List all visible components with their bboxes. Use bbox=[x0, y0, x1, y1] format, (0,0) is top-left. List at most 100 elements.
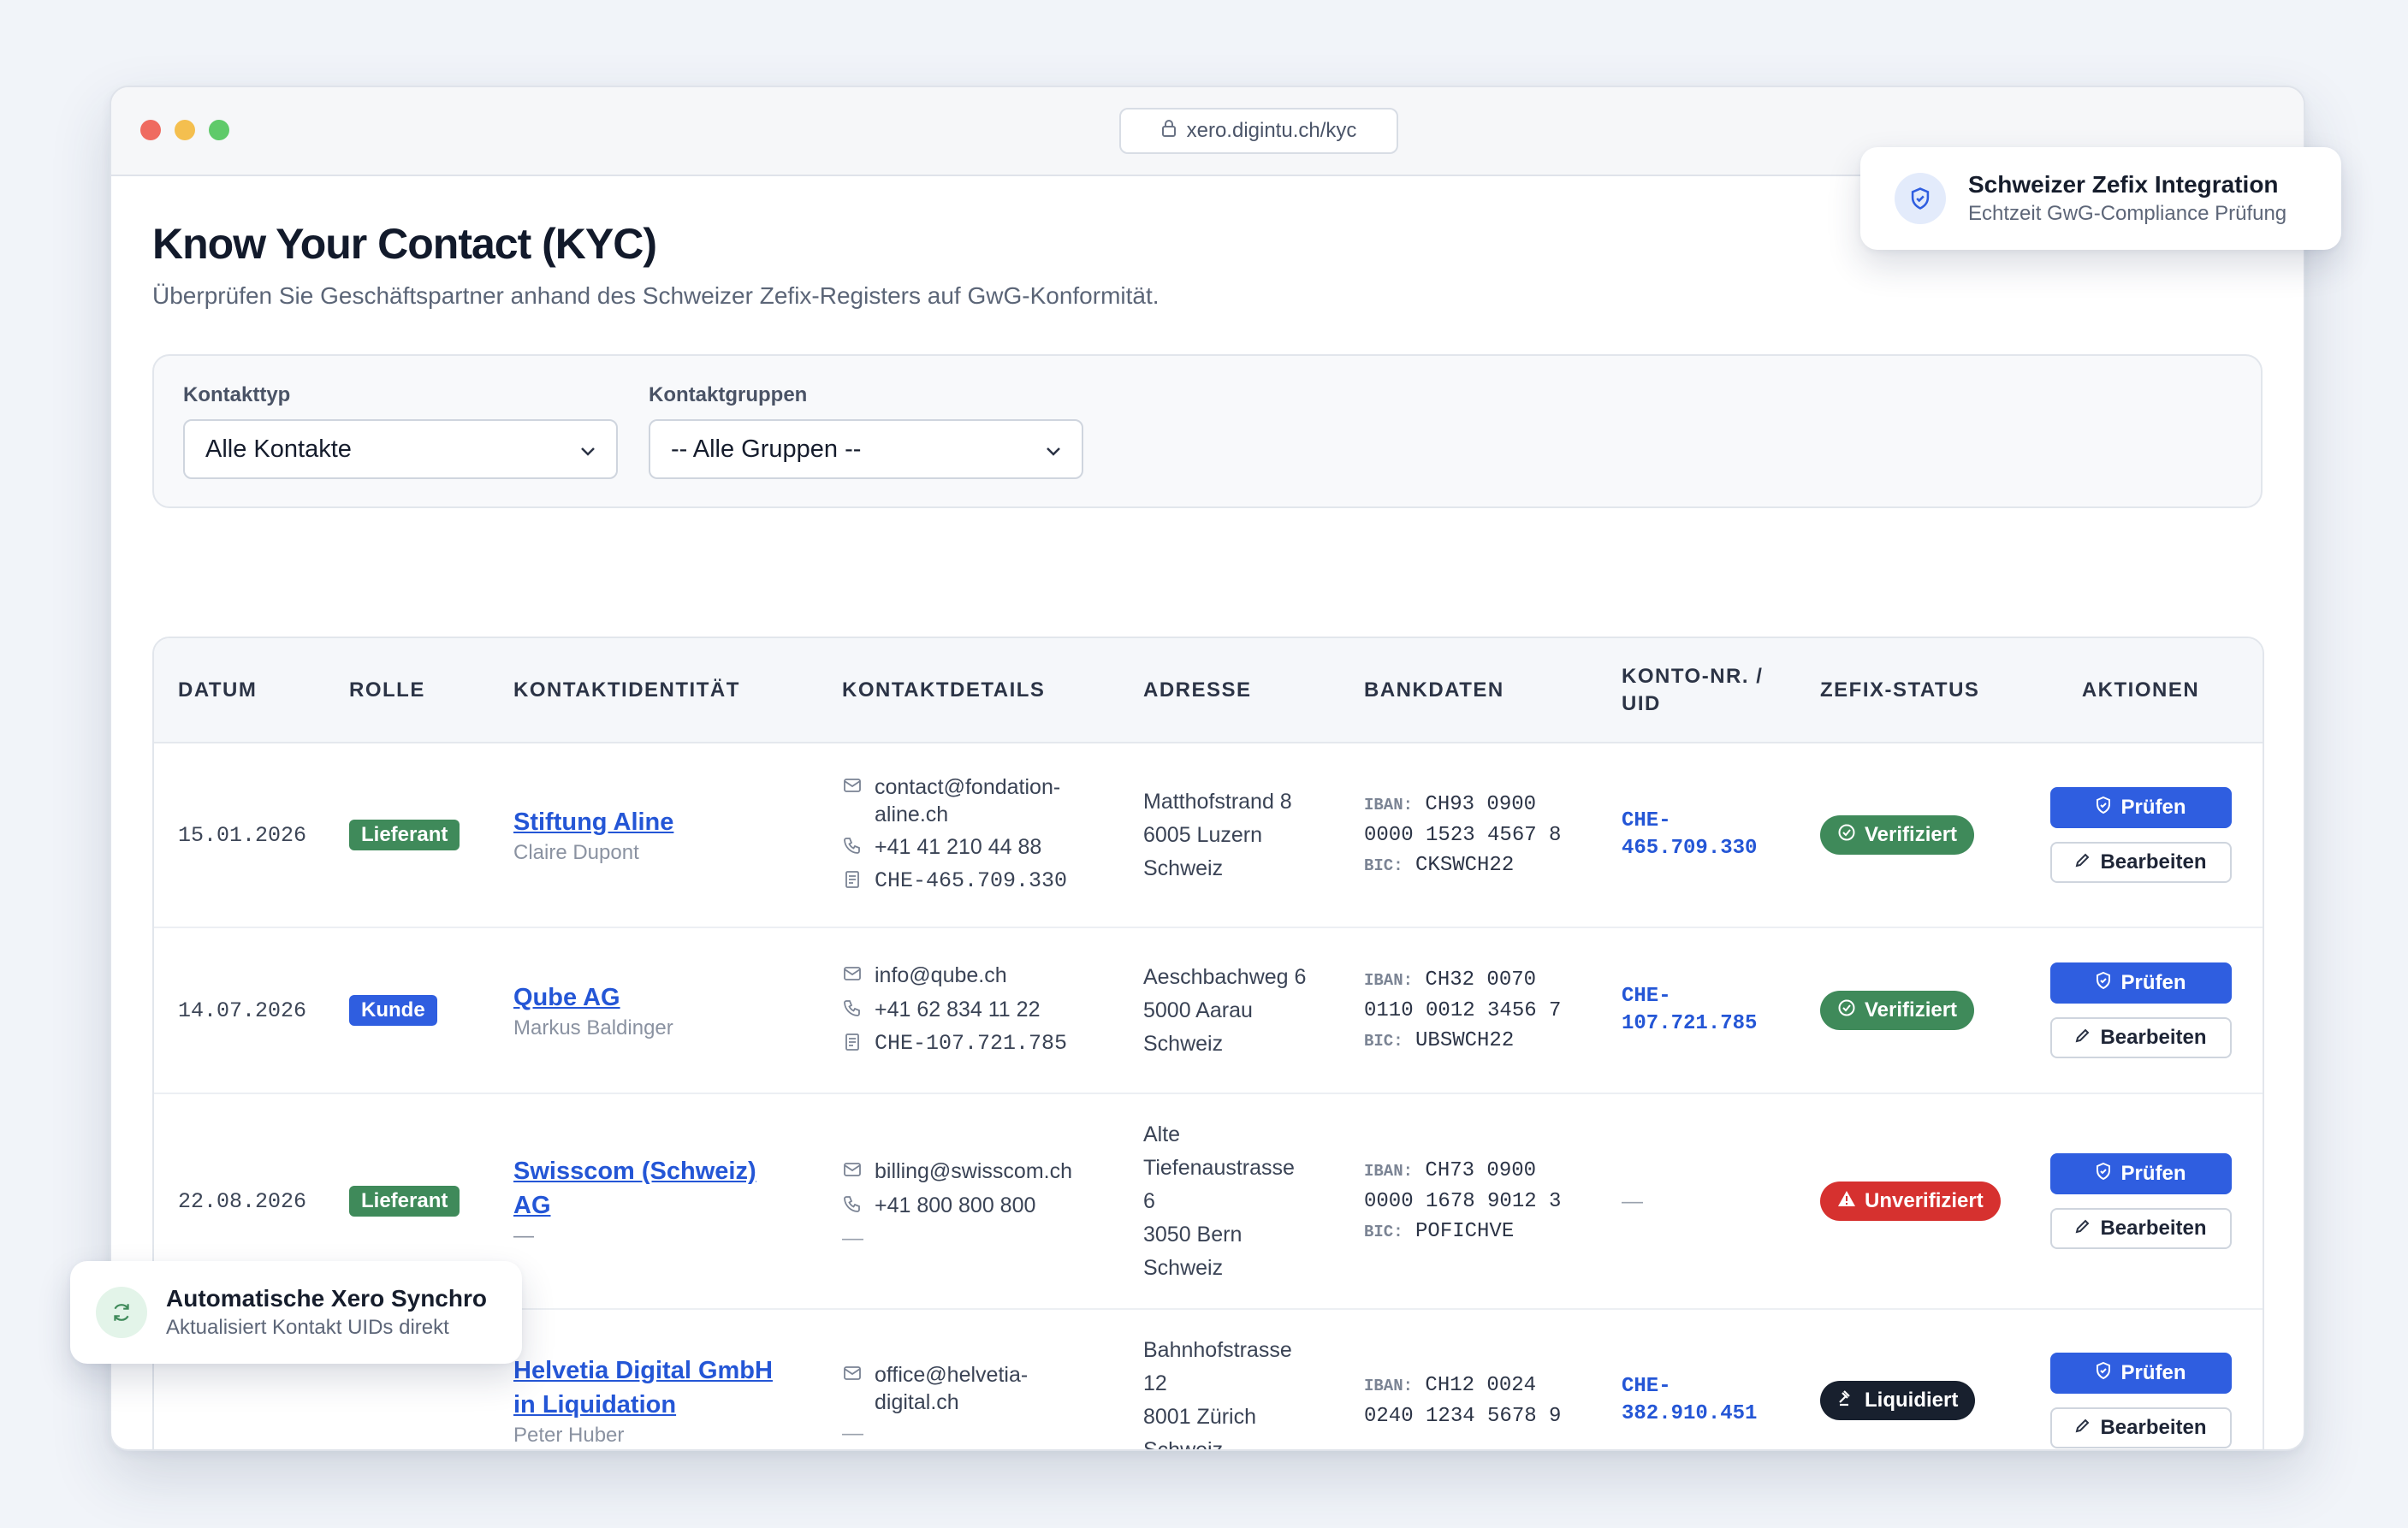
header-bankdaten[interactable]: BANKDATEN bbox=[1340, 638, 1598, 743]
contact-type-select[interactable]: Alle Kontakte bbox=[183, 419, 618, 479]
page-subtitle: Überprüfen Sie Geschäftspartner anhand d… bbox=[152, 282, 1160, 309]
bic-value: CKSWCH22 bbox=[1415, 853, 1515, 877]
header-konto-uid[interactable]: KONTO-NR. / UID bbox=[1598, 638, 1796, 743]
pruefen-button[interactable]: Prüfen bbox=[2049, 787, 2232, 828]
contact-person: — bbox=[513, 1224, 534, 1247]
pencil-icon bbox=[2074, 1416, 2091, 1440]
sync-icon bbox=[96, 1287, 147, 1338]
contact-group-value: -- Alle Gruppen -- bbox=[671, 435, 862, 463]
row-date: 22.08.2026 bbox=[178, 1189, 307, 1214]
role-badge: Lieferant bbox=[349, 820, 460, 850]
table-header-row: DATUM ROLLE KONTAKTIDENTITÄT KONTAKTDETA… bbox=[154, 638, 2263, 743]
url-text: xero.digintu.ch/kyc bbox=[1186, 119, 1357, 142]
contact-uid: CHE-465.709.330 bbox=[842, 868, 1119, 897]
bearbeiten-button[interactable]: Bearbeiten bbox=[2049, 1208, 2232, 1249]
row-actions: Prüfen Bearbeiten bbox=[2019, 962, 2263, 1058]
bearbeiten-button[interactable]: Bearbeiten bbox=[2049, 1017, 2232, 1058]
address-line: Tiefenaustrasse bbox=[1143, 1155, 1295, 1180]
row-date: 14.07.2026 bbox=[178, 998, 307, 1023]
contact-group-filter: Kontaktgruppen -- Alle Gruppen -- bbox=[649, 383, 1083, 479]
shield-icon bbox=[2095, 971, 2112, 996]
contact-uid: CHE-107.721.785 bbox=[842, 1030, 1119, 1059]
gavel-icon bbox=[1837, 1389, 1856, 1413]
address-line: Schweiz bbox=[1143, 1255, 1224, 1280]
iban-label: IBAN: bbox=[1364, 1376, 1414, 1395]
pencil-icon bbox=[2074, 1026, 2091, 1050]
iban-value-cont: 0000 1678 9012 3 bbox=[1364, 1189, 1562, 1213]
bearbeiten-button[interactable]: Bearbeiten bbox=[2049, 1407, 2232, 1448]
chevron-down-icon bbox=[1046, 435, 1061, 464]
document-icon bbox=[842, 869, 864, 897]
phone-icon bbox=[842, 1193, 864, 1221]
header-datum[interactable]: DATUM bbox=[154, 638, 325, 743]
address-bar[interactable]: xero.digintu.ch/kyc bbox=[1119, 108, 1398, 154]
iban-value: CH73 0900 bbox=[1425, 1158, 1537, 1182]
iban-label: IBAN: bbox=[1364, 795, 1414, 814]
address-line: Bahnhofstrasse bbox=[1143, 1338, 1292, 1362]
contact-name-link[interactable]: Swisscom (Schweiz) AG bbox=[513, 1154, 818, 1223]
bic-value: POFICHVE bbox=[1415, 1219, 1515, 1243]
pruefen-button[interactable]: Prüfen bbox=[2049, 1153, 2232, 1194]
contact-phone[interactable]: +41 41 210 44 88 bbox=[842, 833, 1119, 862]
role-badge: Kunde bbox=[349, 995, 437, 1026]
address-line: 3050 Bern bbox=[1143, 1222, 1243, 1247]
contact-type-filter: Kontakttyp Alle Kontakte bbox=[183, 383, 618, 479]
header-details[interactable]: KONTAKTDETAILS bbox=[818, 638, 1119, 743]
pruefen-button[interactable]: Prüfen bbox=[2049, 962, 2232, 1004]
address-line: Matthofstrand 8 bbox=[1143, 789, 1292, 814]
iban-value: CH12 0024 bbox=[1425, 1373, 1537, 1397]
warning-icon bbox=[1837, 1189, 1856, 1213]
iban-value-cont: 0000 1523 4567 8 bbox=[1364, 823, 1562, 847]
shield-icon bbox=[2095, 1162, 2112, 1187]
status-badge: Verifiziert bbox=[1820, 991, 1975, 1030]
contact-name-link[interactable]: Qube AG bbox=[513, 980, 818, 1015]
mail-icon bbox=[842, 963, 864, 991]
header-aktionen: AKTIONEN bbox=[2019, 638, 2263, 743]
phone-missing: — bbox=[842, 1420, 863, 1445]
contact-phone[interactable]: +41 62 834 11 22 bbox=[842, 996, 1119, 1025]
zefix-integration-toast: Schweizer Zefix Integration Echtzeit GwG… bbox=[1860, 147, 2341, 250]
phone-icon bbox=[842, 998, 864, 1025]
address-line: 8001 Zürich bbox=[1143, 1405, 1257, 1429]
header-zefix-status[interactable]: ZEFIX-STATUS bbox=[1796, 638, 2019, 743]
minimize-window-button[interactable] bbox=[175, 120, 195, 140]
maximize-window-button[interactable] bbox=[209, 120, 229, 140]
iban-value: CH93 0900 bbox=[1425, 792, 1537, 816]
shield-icon bbox=[2095, 796, 2112, 820]
header-identitaet[interactable]: KONTAKTIDENTITÄT bbox=[489, 638, 818, 743]
toast-subtitle: Echtzeit GwG-Compliance Prüfung bbox=[1968, 202, 2287, 225]
address-line: 5000 Aarau bbox=[1143, 998, 1253, 1022]
address-line: Aeschbachweg 6 bbox=[1143, 964, 1307, 989]
header-rolle[interactable]: ROLLE bbox=[325, 638, 489, 743]
phone-icon bbox=[842, 835, 864, 862]
contact-person: Claire Dupont bbox=[513, 841, 639, 864]
table-row: 14.07.2026 Kunde Qube AG Markus Baldinge… bbox=[154, 927, 2263, 1094]
bearbeiten-button[interactable]: Bearbeiten bbox=[2049, 842, 2232, 883]
pruefen-button[interactable]: Prüfen bbox=[2049, 1353, 2232, 1394]
iban-value: CH32 0070 bbox=[1425, 968, 1537, 992]
iban-value-cont: 0240 1234 5678 9 bbox=[1364, 1404, 1562, 1428]
contact-group-label: Kontaktgruppen bbox=[649, 383, 808, 406]
pencil-icon bbox=[2074, 850, 2091, 874]
contact-email[interactable]: contact@fondation-aline.ch bbox=[842, 773, 1119, 828]
document-icon bbox=[842, 1032, 864, 1059]
close-window-button[interactable] bbox=[140, 120, 161, 140]
bic-label: BIC: bbox=[1364, 1222, 1403, 1241]
uid-missing: — bbox=[842, 1225, 863, 1250]
uid-value-cont: 382.910.451 bbox=[1622, 1402, 1758, 1425]
contact-phone[interactable]: +41 800 800 800 bbox=[842, 1192, 1119, 1221]
role-badge: Lieferant bbox=[349, 1186, 460, 1217]
uid-value-cont: 107.721.785 bbox=[1622, 1012, 1758, 1035]
row-actions: Prüfen Bearbeiten bbox=[2019, 787, 2263, 883]
contact-person: Markus Baldinger bbox=[513, 1016, 673, 1039]
contact-name-link[interactable]: Helvetia Digital GmbH in Liquidation bbox=[513, 1353, 818, 1422]
toast-subtitle: Aktualisiert Kontakt UIDs direkt bbox=[166, 1316, 449, 1339]
contact-email[interactable]: office@helvetia-digital.ch bbox=[842, 1361, 1119, 1416]
status-badge: Liquidiert bbox=[1820, 1381, 1976, 1420]
contact-group-select[interactable]: -- Alle Gruppen -- bbox=[649, 419, 1083, 479]
header-adresse[interactable]: ADRESSE bbox=[1119, 638, 1340, 743]
row-actions: Prüfen Bearbeiten bbox=[2019, 1353, 2263, 1448]
contact-email[interactable]: info@qube.ch bbox=[842, 962, 1119, 991]
contact-email[interactable]: billing@swisscom.ch bbox=[842, 1158, 1119, 1187]
contact-name-link[interactable]: Stiftung Aline bbox=[513, 805, 818, 839]
